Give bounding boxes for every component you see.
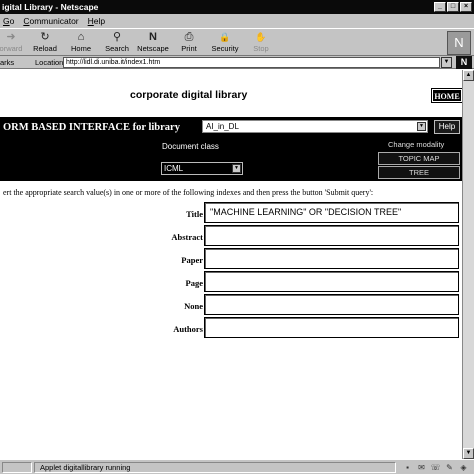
printer-icon: ⎙	[184, 31, 194, 43]
menu-help[interactable]: Help	[87, 16, 106, 26]
stop-button[interactable]: ✋ Stop	[244, 31, 278, 55]
help-button[interactable]: Help	[434, 120, 460, 134]
document-class-select[interactable]: ICML ▼	[161, 162, 243, 175]
reload-button[interactable]: ↻ Reload	[28, 31, 62, 55]
home-button[interactable]: HOME	[431, 88, 463, 103]
location-bar: arks Location: http://lidl.di.uniba.it/i…	[0, 56, 474, 69]
paper-input[interactable]	[204, 248, 459, 269]
reload-icon: ↻	[40, 31, 50, 43]
scroll-down-icon[interactable]: ▼	[463, 448, 474, 459]
menu-go[interactable]: Go	[2, 16, 15, 26]
menu-communicator[interactable]: Communicator	[22, 16, 79, 26]
navigator-icon[interactable]: ◈	[458, 462, 469, 473]
window-titlebar: igital Library - Netscape _ □ ×	[0, 0, 474, 14]
location-label: Location:	[35, 58, 66, 67]
netscape-button[interactable]: N Netscape	[136, 31, 170, 55]
stop-icon: ✋	[255, 32, 267, 42]
title-input[interactable]: "MACHINE LEARNING" OR "DECISION TREE"	[204, 202, 459, 223]
menubar: Go Communicator Help	[0, 14, 474, 28]
instructions-text: ert the appropriate search value(s) in o…	[3, 188, 374, 197]
window-title: igital Library - Netscape	[2, 2, 99, 12]
window-controls: _ □ ×	[434, 2, 472, 12]
netscape-n-icon: N	[456, 56, 472, 69]
field-label-abstract: Abstract	[171, 232, 203, 242]
document-class-value: ICML	[164, 164, 184, 173]
page-title: corporate digital library	[130, 89, 248, 101]
lock-icon: 🔒	[219, 32, 231, 42]
minimize-icon[interactable]: _	[434, 2, 446, 12]
search-icon: ⚲	[112, 31, 122, 43]
field-label-title: Title	[186, 209, 203, 219]
home-toolbar-button[interactable]: ⌂ Home	[64, 31, 98, 55]
url-dropdown-icon[interactable]: ▼	[441, 57, 452, 68]
search-button[interactable]: ⚲ Search	[100, 31, 134, 55]
library-select[interactable]: AI_in_DL ▼	[202, 120, 428, 133]
library-select-value: AI_in_DL	[206, 122, 239, 131]
navigation-toolbar: ➜ orward ↻ Reload ⌂ Home ⚲ Search N Nets…	[0, 28, 474, 56]
netscape-throbber-icon: N	[447, 31, 471, 55]
forward-button[interactable]: ➜ orward	[0, 31, 28, 55]
status-progress	[2, 462, 32, 473]
field-label-none: None	[184, 301, 203, 311]
chevron-down-icon[interactable]: ▼	[232, 164, 241, 173]
authors-input[interactable]	[204, 317, 459, 338]
vertical-scrollbar[interactable]: ▲ ▼	[462, 70, 474, 459]
abstract-input[interactable]	[204, 225, 459, 246]
document-class-label: Document class	[162, 142, 219, 151]
mail-icon[interactable]: ✉	[416, 462, 427, 473]
discussion-icon[interactable]: ☏	[430, 462, 441, 473]
page-input[interactable]	[204, 271, 459, 292]
security-button[interactable]: 🔒 Security	[208, 31, 242, 55]
maximize-icon[interactable]: □	[447, 2, 459, 12]
statusbar: Applet digitallibrary running ▪ ✉ ☏ ✎ ◈	[0, 459, 474, 474]
arrow-forward-icon: ➜	[6, 31, 16, 43]
bookmarks-label[interactable]: arks	[0, 58, 14, 67]
change-modality-label: Change modality	[388, 140, 445, 149]
form-header-panel: ORM BASED INTERFACE for library AI_in_DL…	[0, 117, 462, 181]
field-label-page: Page	[185, 278, 203, 288]
field-label-paper: Paper	[181, 255, 203, 265]
print-button[interactable]: ⎙ Print	[172, 31, 206, 55]
url-input[interactable]: http://lidl.di.uniba.it/index1.htm	[63, 57, 440, 68]
home-icon: ⌂	[77, 31, 85, 43]
tree-button[interactable]: TREE	[378, 166, 460, 179]
page-content: corporate digital library HOME ORM BASED…	[0, 70, 463, 459]
field-label-authors: Authors	[173, 324, 203, 334]
chevron-down-icon[interactable]: ▼	[417, 122, 426, 131]
close-icon[interactable]: ×	[460, 2, 472, 12]
composer-icon[interactable]: ✎	[444, 462, 455, 473]
status-text: Applet digitallibrary running	[40, 463, 131, 472]
form-title: ORM BASED INTERFACE for library	[3, 122, 180, 133]
topic-map-button[interactable]: TOPIC MAP	[378, 152, 460, 165]
none-input[interactable]	[204, 294, 459, 315]
security-status-icon[interactable]: ▪	[402, 462, 413, 473]
netscape-logo-icon: N	[149, 31, 157, 43]
scroll-up-icon[interactable]: ▲	[463, 70, 474, 81]
